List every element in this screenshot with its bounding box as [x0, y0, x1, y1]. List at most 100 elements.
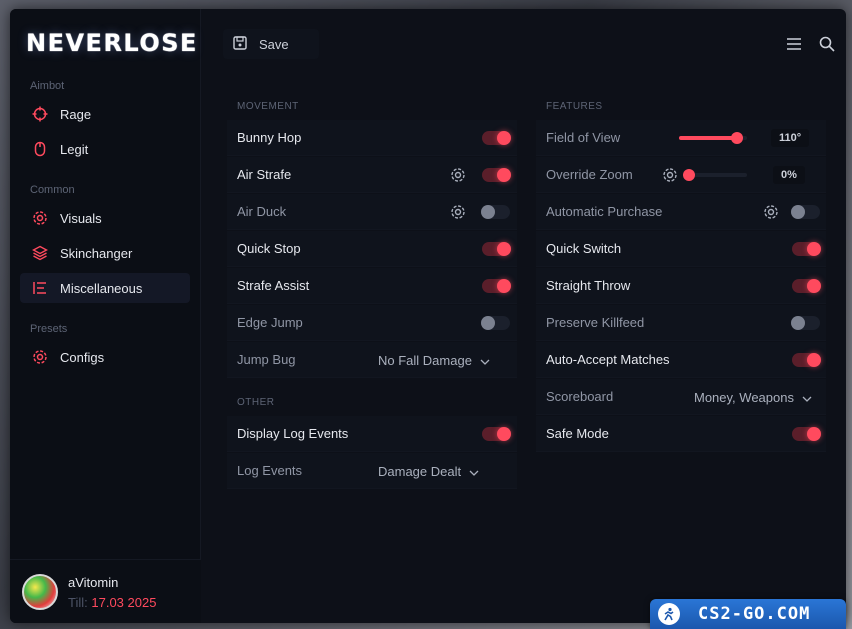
setting-log-events: Log Events Damage Dealt [227, 453, 517, 489]
air-duck-toggle[interactable] [481, 204, 510, 219]
strafe-assist-toggle[interactable] [482, 278, 511, 293]
setting-label: Override Zoom [546, 167, 633, 182]
chevron-down-icon [480, 353, 490, 368]
settings-gear-icon[interactable] [763, 204, 779, 220]
bunny-hop-toggle[interactable] [482, 130, 511, 145]
settings-gear-icon[interactable] [450, 204, 466, 220]
dropdown-value: Damage Dealt [378, 463, 462, 479]
settings-gear-icon[interactable] [450, 167, 466, 183]
sidebar-item-label: Miscellaneous [60, 280, 143, 296]
setting-label: Scoreboard [546, 389, 614, 404]
setting-safe-mode: Safe Mode [536, 416, 826, 452]
setting-label: Jump Bug [237, 352, 296, 367]
quick-switch-toggle[interactable] [792, 241, 821, 256]
chevron-down-icon [802, 390, 812, 405]
straight-throw-toggle[interactable] [792, 278, 821, 293]
quick-stop-toggle[interactable] [482, 241, 511, 256]
field-of-view-value: 110° [771, 128, 810, 147]
setting-edge-jump: Edge Jump [227, 305, 517, 341]
sidebar-item-configs[interactable]: Configs [20, 342, 190, 372]
user-profile: aVitomin Till: 17.03 2025 [10, 559, 201, 623]
override-zoom-value: 0% [773, 165, 805, 184]
sidebar-item-label: Configs [60, 349, 105, 365]
setting-label: Preserve Killfeed [546, 315, 645, 330]
automatic-purchase-toggle[interactable] [791, 204, 820, 219]
sidebar-item-visuals[interactable]: Visuals [20, 203, 190, 233]
setting-label: Display Log Events [237, 426, 349, 441]
site-watermark: CS2-GO.COM [650, 599, 846, 629]
setting-strafe-assist: Strafe Assist [227, 268, 517, 304]
sidebar: NEVERLOSE Aimbot Rage Legit Common Visua… [10, 9, 201, 623]
setting-label: Safe Mode [546, 426, 609, 441]
setting-straight-throw: Straight Throw [536, 268, 826, 304]
setting-override-zoom: Override Zoom 0% [536, 157, 826, 193]
setting-preserve-killfeed: Preserve Killfeed [536, 305, 826, 341]
search-icon[interactable] [818, 35, 836, 53]
setting-label: Automatic Purchase [546, 204, 663, 219]
setting-display-log-events: Display Log Events [227, 416, 517, 452]
setting-air-duck: Air Duck [227, 194, 517, 230]
sidebar-item-label: Visuals [60, 210, 102, 226]
setting-jump-bug: Jump Bug No Fall Damage [227, 342, 517, 378]
till-label: Till: [68, 595, 88, 610]
auto-accept-matches-toggle[interactable] [792, 352, 821, 367]
jump-bug-dropdown[interactable]: No Fall Damage [378, 348, 490, 372]
menu-icon[interactable] [785, 35, 803, 53]
safe-mode-toggle[interactable] [792, 426, 821, 441]
app-window: NEVERLOSE Aimbot Rage Legit Common Visua… [10, 9, 846, 623]
top-toolbar: Save [201, 9, 846, 79]
setting-label: Auto-Accept Matches [546, 352, 670, 367]
field-of-view-slider[interactable] [679, 132, 747, 144]
setting-label: Bunny Hop [237, 130, 302, 145]
setting-quick-stop: Quick Stop [227, 231, 517, 267]
scoreboard-dropdown[interactable]: Money, Weapons [694, 385, 812, 409]
movement-section-title: MOVEMENT [237, 101, 299, 112]
sidebar-item-label: Rage [60, 106, 92, 122]
setting-label: Air Strafe [237, 167, 292, 182]
setting-label: Edge Jump [237, 315, 303, 330]
section-label-presets: Presets [30, 323, 68, 335]
save-label: Save [259, 36, 289, 52]
edge-jump-toggle[interactable] [481, 315, 510, 330]
setting-field-of-view: Field of View 110° [536, 120, 826, 156]
dropdown-value: No Fall Damage [378, 352, 472, 368]
runner-icon [658, 603, 680, 625]
sidebar-item-label: Skinchanger [60, 245, 133, 261]
setting-label: Log Events [237, 463, 303, 478]
log-events-dropdown[interactable]: Damage Dealt [378, 459, 479, 483]
override-zoom-slider[interactable] [683, 169, 747, 181]
sidebar-item-legit[interactable]: Legit [20, 134, 190, 164]
setting-label: Quick Stop [237, 241, 301, 256]
display-log-events-toggle[interactable] [482, 426, 511, 441]
setting-label: Straight Throw [546, 278, 631, 293]
gear-icon [32, 349, 48, 365]
section-label-common: Common [30, 184, 75, 196]
crosshair-icon [32, 106, 48, 122]
avatar[interactable] [22, 574, 58, 610]
app-logo: NEVERLOSE [26, 29, 198, 57]
sidebar-item-miscellaneous[interactable]: Miscellaneous [20, 273, 190, 303]
sidebar-item-skinchanger[interactable]: Skinchanger [20, 238, 190, 268]
section-label-aimbot: Aimbot [30, 80, 65, 92]
subscription-expiry: Till: 17.03 2025 [68, 595, 156, 610]
till-date: 17.03 2025 [91, 595, 157, 610]
watermark-text: CS2-GO.COM [698, 604, 811, 624]
setting-scoreboard: Scoreboard Money, Weapons [536, 379, 826, 415]
air-strafe-toggle[interactable] [482, 167, 511, 182]
setting-auto-accept-matches: Auto-Accept Matches [536, 342, 826, 378]
layers-icon [32, 245, 48, 261]
setting-air-strafe: Air Strafe [227, 157, 517, 193]
setting-label: Field of View [546, 130, 621, 145]
preserve-killfeed-toggle[interactable] [791, 315, 820, 330]
other-section-title: OTHER [237, 397, 275, 408]
sidebar-item-rage[interactable]: Rage [20, 99, 190, 129]
setting-label: Strafe Assist [237, 278, 310, 293]
dropdown-value: Money, Weapons [694, 389, 794, 405]
username: aVitomin [68, 575, 119, 590]
list-icon [32, 280, 48, 296]
setting-label: Air Duck [237, 204, 287, 219]
mouse-icon [32, 141, 48, 157]
save-button[interactable]: Save [223, 29, 319, 59]
gear-icon [32, 210, 48, 226]
settings-gear-icon[interactable] [662, 167, 678, 183]
